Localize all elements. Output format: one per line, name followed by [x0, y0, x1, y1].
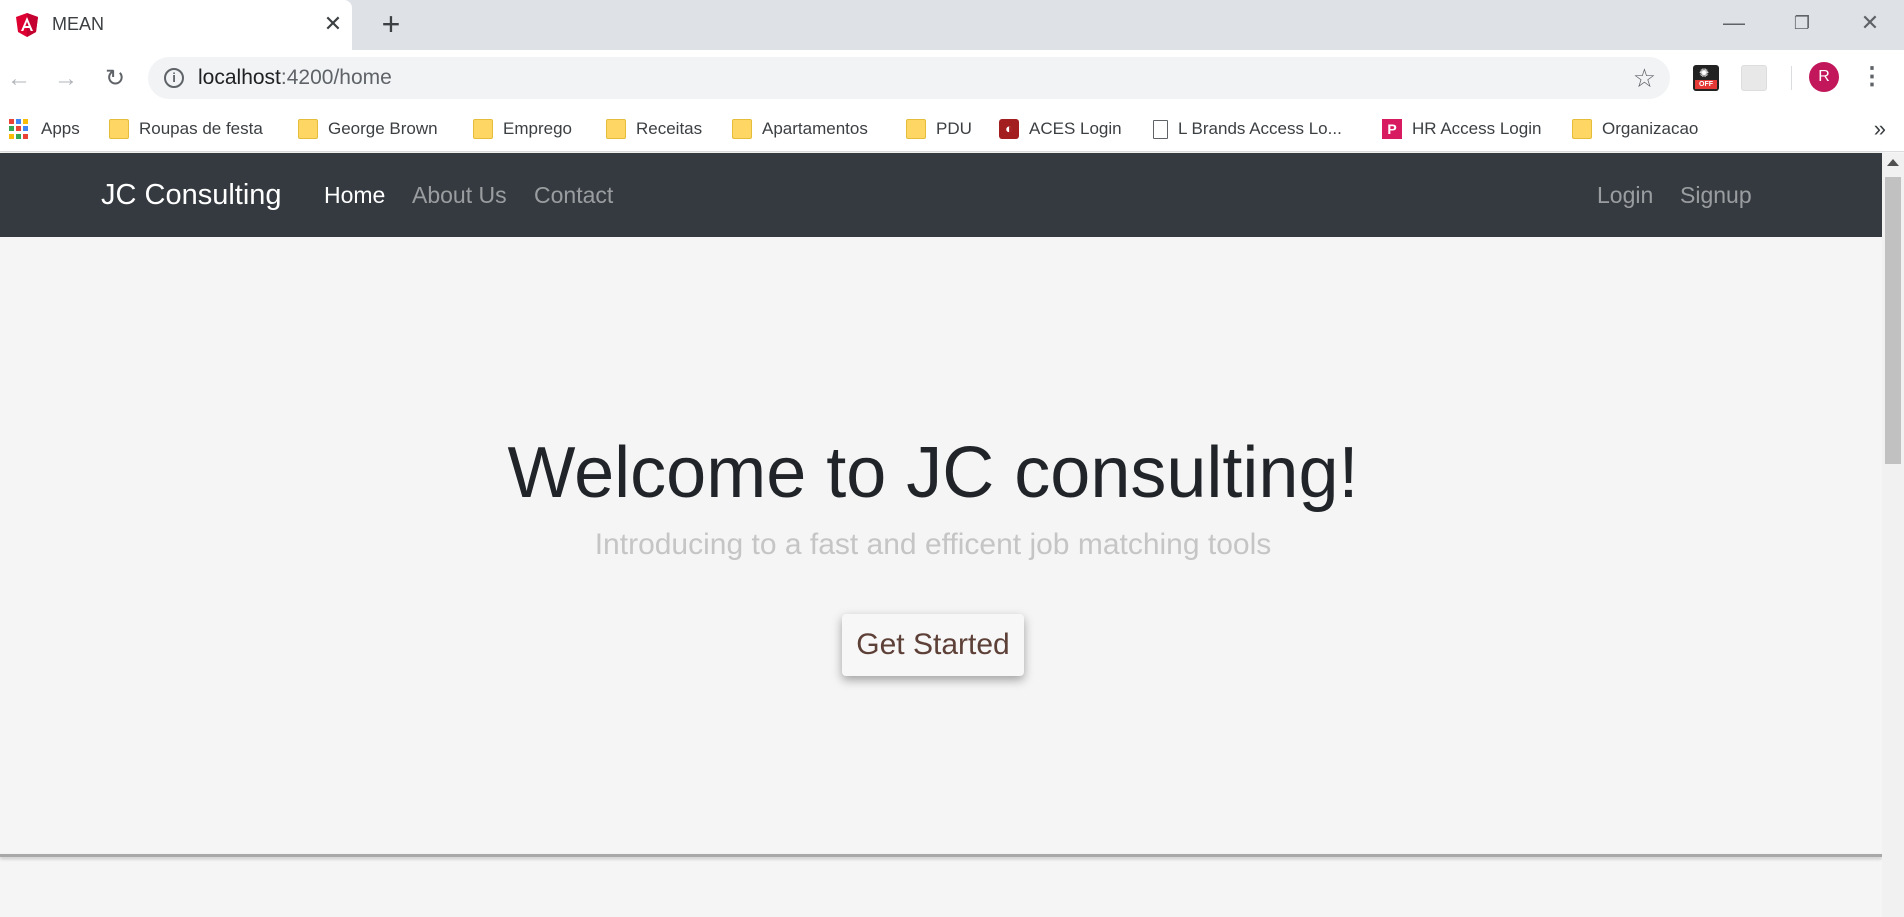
browser-toolbar: ← → ↻ i localhost:4200/home ☆ ✺ OFF R ⋮ — [0, 50, 1904, 106]
extension-off-icon[interactable]: ✺ OFF — [1693, 65, 1719, 91]
bookmark-label: Emprego — [503, 119, 572, 138]
folder-icon — [732, 119, 752, 139]
bookmark-folder[interactable]: PDU — [906, 116, 972, 142]
hr-icon: P — [1382, 119, 1402, 139]
bookmark-folder[interactable]: Apartamentos — [732, 116, 868, 142]
page-scrollbar[interactable] — [1882, 153, 1904, 917]
nav-link-signup[interactable]: Signup — [1680, 181, 1752, 209]
reload-icon[interactable]: ↻ — [100, 64, 130, 94]
minimize-icon[interactable]: — — [1714, 8, 1754, 38]
forward-arrow-icon[interactable]: → — [51, 64, 81, 94]
section-divider — [0, 854, 1882, 857]
window-close-icon[interactable]: ✕ — [1850, 8, 1890, 38]
browser-tab[interactable]: MEAN ✕ — [0, 0, 352, 50]
folder-icon — [906, 119, 926, 139]
get-started-button[interactable]: Get Started — [842, 614, 1024, 676]
document-icon — [1153, 119, 1168, 139]
folder-icon — [109, 119, 129, 139]
profile-avatar[interactable]: R — [1809, 62, 1839, 92]
bookmarks-bar: Apps Roupas de festa George Brown Empreg… — [0, 106, 1904, 152]
apps-grid-icon — [9, 119, 29, 139]
scroll-up-arrow-icon[interactable] — [1887, 159, 1899, 166]
bookmark-aces-login[interactable]: ◐ ACES Login — [999, 116, 1122, 142]
bookmark-label: Apartamentos — [762, 119, 868, 138]
bookmark-folder[interactable]: Organizacao — [1572, 116, 1698, 142]
nav-link-home[interactable]: Home — [324, 181, 385, 209]
more-menu-icon[interactable]: ⋮ — [1860, 62, 1884, 92]
folder-icon — [298, 119, 318, 139]
tab-strip: MEAN ✕ + — ❐ ✕ — [0, 0, 1904, 50]
bookmark-label: PDU — [936, 119, 972, 138]
bookmark-folder[interactable]: Emprego — [473, 116, 572, 142]
restore-icon[interactable]: ❐ — [1782, 8, 1822, 38]
nav-link-contact[interactable]: Contact — [534, 181, 613, 209]
url-text[interactable]: localhost:4200/home — [198, 67, 392, 89]
bookmark-hr-access[interactable]: P HR Access Login — [1382, 116, 1541, 142]
bookmark-label: Apps — [41, 119, 80, 138]
hero-title: Welcome to JC consulting! — [507, 433, 1359, 513]
new-tab-button[interactable]: + — [376, 8, 406, 40]
bookmark-folder[interactable]: Roupas de festa — [109, 116, 263, 142]
bookmark-label: L Brands Access Lo... — [1178, 119, 1342, 138]
extension-badge: OFF — [1695, 80, 1717, 89]
folder-icon — [473, 119, 493, 139]
bookmark-lbrands[interactable]: L Brands Access Lo... — [1153, 116, 1342, 142]
bookmark-apps[interactable]: Apps — [9, 116, 80, 142]
back-arrow-icon[interactable]: ← — [4, 64, 34, 94]
nav-link-about[interactable]: About Us — [412, 181, 507, 209]
bookmark-label: George Brown — [328, 119, 438, 138]
folder-icon — [606, 119, 626, 139]
site-navbar: JC Consulting Home About Us Contact Logi… — [0, 153, 1882, 237]
close-tab-icon[interactable]: ✕ — [322, 12, 344, 36]
bookmark-star-icon[interactable]: ☆ — [1633, 64, 1656, 92]
bookmark-label: Roupas de festa — [139, 119, 263, 138]
extension-icon[interactable] — [1741, 65, 1767, 91]
sun-icon: ✺ — [1699, 66, 1710, 80]
navbar-brand[interactable]: JC Consulting — [101, 177, 282, 213]
hero-section: Welcome to JC consulting! Introducing to… — [0, 237, 1882, 854]
nav-link-login[interactable]: Login — [1597, 181, 1653, 209]
bookmark-label: Receitas — [636, 119, 703, 138]
bookmark-folder[interactable]: George Brown — [298, 116, 438, 142]
bookmark-label: ACES Login — [1029, 119, 1122, 138]
aces-icon: ◐ — [999, 119, 1019, 139]
site-info-icon[interactable]: i — [164, 68, 184, 88]
url-host: localhost — [198, 66, 281, 89]
hero-subtitle: Introducing to a fast and efficent job m… — [594, 528, 1272, 561]
url-path: :4200/home — [280, 66, 392, 89]
bookmark-folder[interactable]: Receitas — [606, 116, 702, 142]
toolbar-divider — [1791, 66, 1792, 90]
folder-icon — [1572, 119, 1592, 139]
address-bar[interactable]: i localhost:4200/home ☆ — [148, 57, 1670, 99]
bookmark-label: HR Access Login — [1412, 119, 1542, 138]
bookmark-label: Organizacao — [1602, 119, 1699, 138]
scrollbar-thumb[interactable] — [1885, 177, 1901, 464]
tab-title: MEAN — [52, 14, 105, 34]
angular-logo-icon — [16, 13, 38, 37]
more-bookmarks-icon[interactable]: » — [1874, 116, 1886, 142]
